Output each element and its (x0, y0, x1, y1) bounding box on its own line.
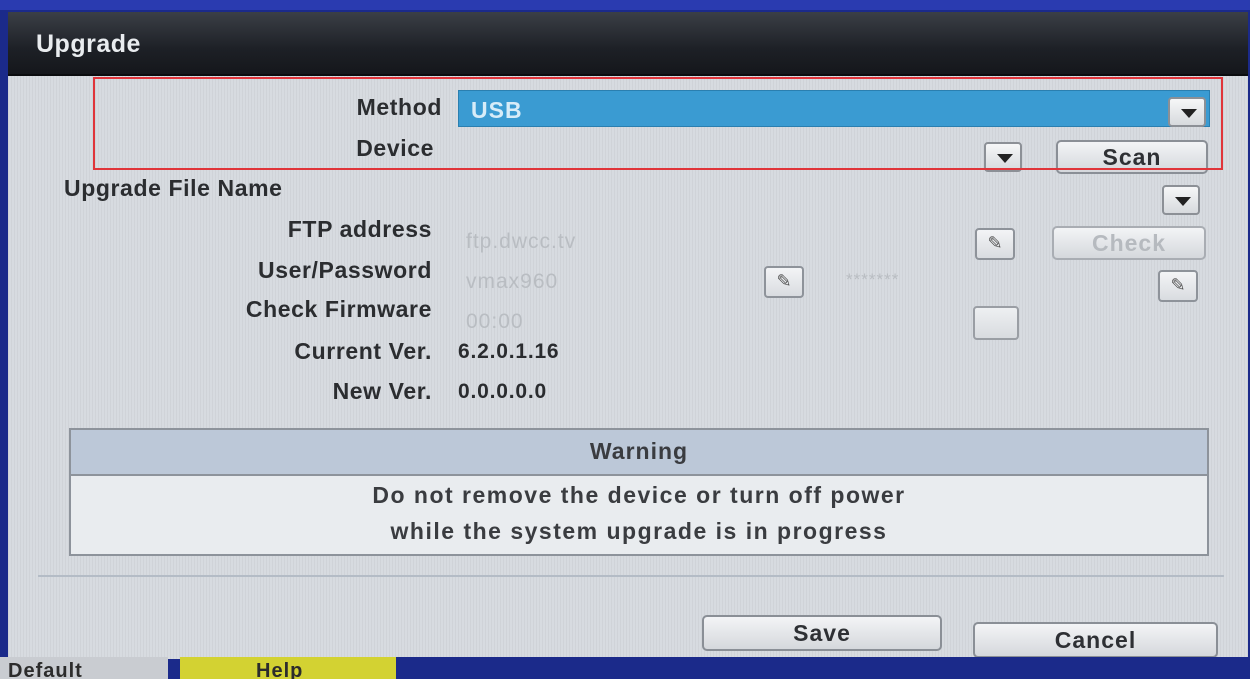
current-ver-value: 6.2.0.1.16 (458, 340, 560, 363)
current-ver-label: Current Ver. (294, 338, 432, 364)
warning-title: Warning (589, 438, 689, 464)
user-value: vmax960 (466, 270, 559, 293)
check-button[interactable]: Check (1052, 226, 1206, 260)
upgrade-file-dropdown-button[interactable] (1162, 185, 1200, 215)
top-strip (0, 0, 1250, 10)
check-firmware-label: Check Firmware (245, 296, 432, 322)
highlight-box (93, 77, 1223, 170)
check-firmware-checkbox[interactable] (973, 306, 1019, 340)
pencil-icon: ✎ (987, 233, 1003, 253)
warning-line-2: while the system upgrade is in progress (390, 518, 888, 544)
check-firmware-value: 00:00 (466, 310, 524, 333)
ftp-address-edit-button[interactable]: ✎ (975, 228, 1015, 260)
dialog-titlebar: Upgrade (8, 12, 1248, 76)
dialog-title: Upgrade (36, 30, 141, 58)
divider (38, 575, 1224, 577)
password-value: ******* (846, 270, 900, 289)
ftp-address-label: FTP address (287, 216, 432, 242)
user-edit-button[interactable]: ✎ (764, 266, 804, 298)
new-ver-label: New Ver. (332, 378, 432, 404)
default-tab-label: Default (8, 660, 83, 679)
warning-header: Warning (71, 430, 1207, 476)
pencil-icon: ✎ (1170, 275, 1186, 295)
password-edit-button[interactable]: ✎ (1158, 270, 1198, 302)
warning-panel: Warning Do not remove the device or turn… (69, 428, 1209, 556)
cancel-button[interactable]: Cancel (973, 622, 1218, 658)
warning-line-1: Do not remove the device or turn off pow… (372, 482, 906, 508)
ftp-address-value: ftp.dwcc.tv (466, 230, 577, 253)
pencil-icon: ✎ (776, 271, 792, 291)
new-ver-value: 0.0.0.0.0 (458, 380, 547, 403)
upgrade-file-name-label: Upgrade File Name (64, 175, 283, 201)
bottom-bar (396, 657, 1250, 679)
save-button[interactable]: Save (702, 615, 942, 651)
help-tab-label: Help (256, 660, 304, 679)
help-tab[interactable]: Help (180, 657, 396, 679)
upgrade-dialog: Upgrade Method USB Device Scan Upgrade F… (8, 12, 1248, 659)
default-tab[interactable]: Default (0, 657, 168, 679)
user-password-label: User/Password (258, 257, 432, 283)
